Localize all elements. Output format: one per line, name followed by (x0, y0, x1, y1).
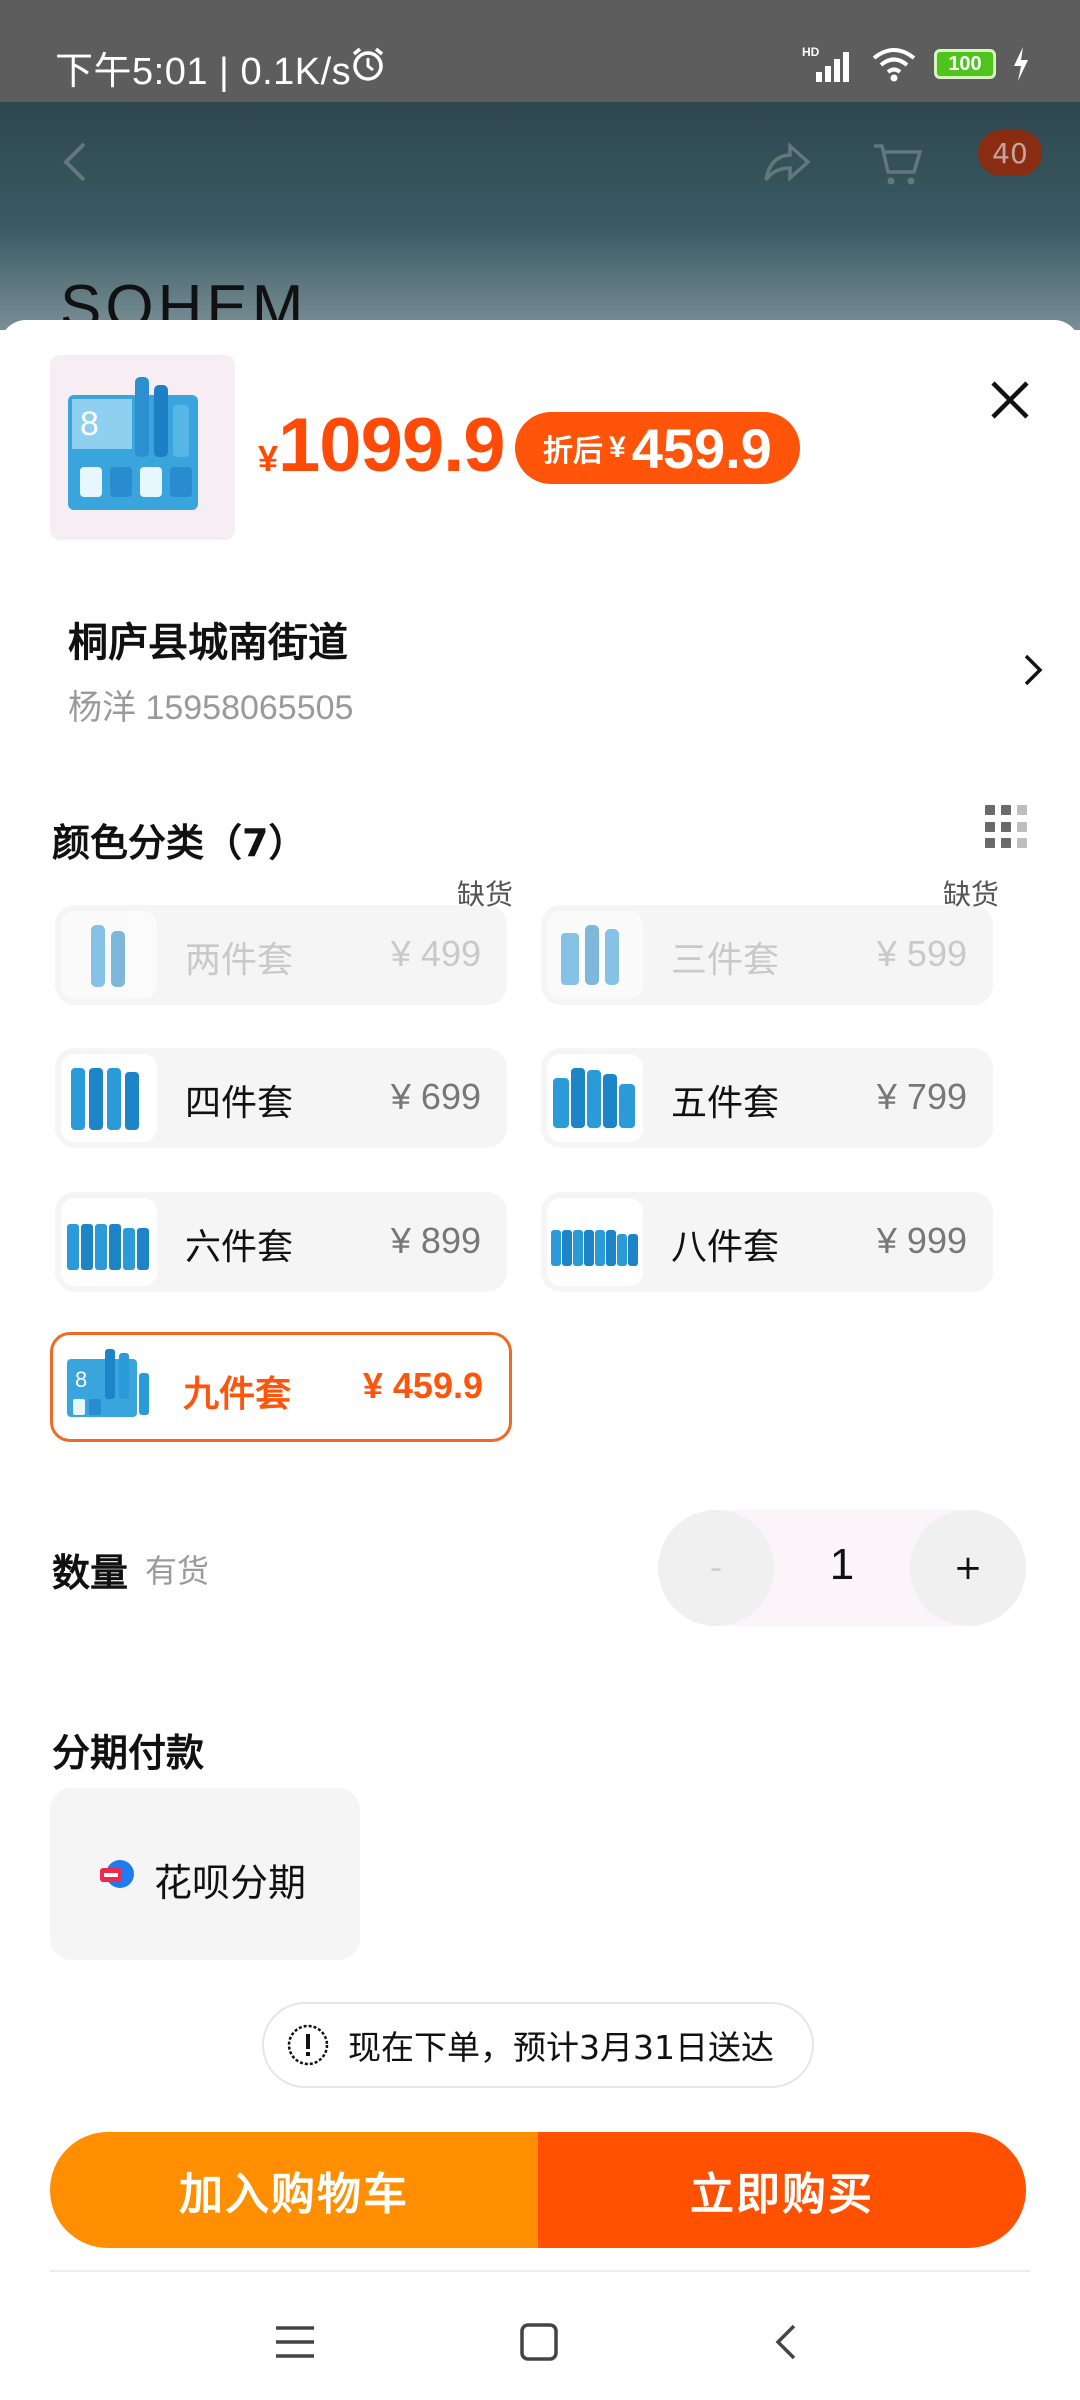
quantity-label: 数量 (52, 1551, 129, 1595)
home-icon[interactable] (519, 2322, 559, 2362)
variant-price: ¥ 459.9 (362, 1365, 483, 1406)
variant-price: ¥ 799 (876, 1076, 967, 1117)
back-icon[interactable] (60, 140, 90, 184)
quantity-stepper: - 1 + (658, 1510, 1026, 1626)
discount-price-badge: 折后 ¥ 459.9 (515, 412, 800, 484)
add-to-cart-button[interactable]: 加入购物车 (50, 2132, 538, 2248)
variant-option-eight-piece[interactable]: 八件套 ¥ 999 (541, 1192, 993, 1292)
huabei-icon (100, 1860, 134, 1888)
variant-image (61, 1054, 157, 1142)
variant-option-six-piece[interactable]: 六件套 ¥ 899 (55, 1192, 507, 1292)
address-selector[interactable]: 桐庐县城南街道 杨洋 15958065505 (68, 610, 1048, 730)
out-of-stock-tag: 缺货 (942, 878, 999, 911)
menu-icon[interactable] (274, 2322, 316, 2362)
variant-image: 8 (59, 1343, 155, 1431)
share-icon[interactable] (762, 140, 812, 184)
status-time-speed: 下午5:01 | 0.1K/s (55, 51, 352, 93)
buy-now-button[interactable]: 立即购买 (538, 2132, 1026, 2248)
variant-name: 两件套 (185, 940, 294, 981)
increase-button[interactable]: + (910, 1510, 1026, 1626)
variant-section-title: 颜色分类（7） (52, 821, 307, 865)
info-alert-icon (287, 2024, 329, 2066)
original-price-value: 1099.9 (278, 403, 505, 488)
variant-price: ¥ 899 (390, 1220, 481, 1261)
decrease-button[interactable]: - (658, 1510, 774, 1626)
variant-option-two-piece[interactable]: 缺货 两件套 ¥ 499 (55, 878, 513, 1005)
svg-text:8: 8 (80, 405, 99, 443)
address-contact: 杨洋 15958065505 (68, 689, 354, 727)
close-icon[interactable] (985, 375, 1035, 425)
installment-option-huabei[interactable]: 花呗分期 (50, 1788, 360, 1960)
variant-name: 四件套 (185, 1083, 294, 1124)
svg-text:8: 8 (75, 1367, 87, 1392)
stock-status: 有货 (145, 1552, 210, 1590)
variant-image (547, 911, 643, 999)
status-bar: 下午5:01 | 0.1K/s HD 100 (0, 0, 1080, 102)
cellular-signal-icon: HD (802, 45, 849, 82)
variant-image (61, 911, 157, 999)
original-price: ¥1099.9 (258, 402, 505, 489)
cart-count-badge: 40 (978, 130, 1042, 176)
variant-price: ¥ 599 (876, 933, 967, 974)
discount-currency: ¥ (609, 431, 626, 464)
variant-price: ¥ 999 (876, 1220, 967, 1261)
quantity-value[interactable]: 1 (774, 1540, 910, 1590)
installment-label: 花呗分期 (154, 1861, 307, 1905)
battery-icon: 100 (934, 49, 996, 79)
chevron-right-icon (1024, 654, 1043, 686)
nav-back-icon[interactable] (772, 2322, 800, 2362)
cart-icon[interactable] (872, 140, 924, 188)
variant-price: ¥ 499 (390, 933, 481, 974)
variant-image (61, 1198, 157, 1286)
installment-section-title: 分期付款 (52, 1731, 205, 1775)
out-of-stock-tag: 缺货 (456, 878, 513, 911)
variant-name: 六件套 (185, 1227, 294, 1268)
variant-image (547, 1198, 643, 1286)
variant-name: 五件套 (671, 1083, 780, 1124)
variant-name: 三件套 (671, 940, 780, 981)
discount-label: 折后 (543, 435, 603, 468)
variant-name: 九件套 (183, 1374, 292, 1415)
variant-option-nine-piece-selected[interactable]: 8 九件套 ¥ 459.9 (50, 1332, 512, 1442)
variant-option-four-piece[interactable]: 四件套 ¥ 699 (55, 1048, 507, 1148)
variant-option-five-piece[interactable]: 五件套 ¥ 799 (541, 1048, 993, 1148)
delivery-estimate-text: 现在下单，预计3月31日送达 (348, 2028, 774, 2067)
sku-selection-sheet: 8 ¥1099.9 折后 ¥ 459.9 桐庐县城南街道 杨洋 15958065… (0, 320, 1080, 2400)
variant-name: 八件套 (671, 1227, 780, 1268)
currency-symbol: ¥ (258, 438, 279, 479)
variant-option-three-piece[interactable]: 缺货 三件套 ¥ 599 (541, 878, 999, 1005)
nav-divider (50, 2270, 1030, 2272)
address-line: 桐庐县城南街道 (68, 620, 348, 666)
variant-price: ¥ 699 (390, 1076, 481, 1117)
product-thumbnail: 8 (50, 355, 235, 540)
grid-view-icon[interactable] (985, 805, 1029, 849)
wifi-icon (872, 48, 916, 82)
discount-price-value: 459.9 (631, 416, 772, 480)
variant-image (547, 1054, 643, 1142)
alarm-icon (352, 47, 384, 81)
delivery-estimate: 现在下单，预计3月31日送达 (262, 2002, 814, 2088)
charging-icon (1014, 47, 1028, 81)
network-type: HD (802, 45, 820, 59)
